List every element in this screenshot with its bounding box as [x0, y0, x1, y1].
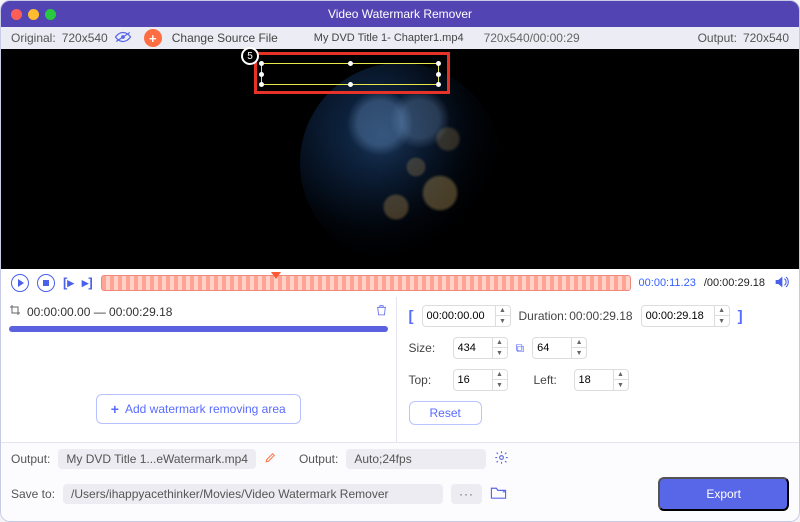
step-down-icon[interactable]: ▼ — [715, 316, 729, 326]
width-input[interactable]: ▲▼ — [453, 337, 508, 359]
step-down-icon[interactable]: ▼ — [572, 348, 586, 358]
export-button[interactable]: Export — [658, 477, 789, 511]
save-to-label: Save to: — [11, 487, 55, 501]
range-end-input[interactable]: ▲▼ — [641, 305, 730, 327]
top-input[interactable]: ▲▼ — [453, 369, 508, 391]
step-up-icon[interactable]: ▲ — [614, 370, 628, 380]
playback-bar: [▸ ▸] 00:00:11.23/00:00:29.18 — [1, 269, 799, 297]
duration-label: Duration: — [519, 309, 568, 323]
duration-value: 00:00:29.18 — [569, 309, 632, 323]
step-up-icon[interactable]: ▲ — [493, 338, 507, 348]
change-source-file-button[interactable]: Change Source File — [172, 31, 278, 45]
source-resolution-duration: 720x540/00:00:29 — [484, 31, 580, 45]
step-down-icon[interactable]: ▼ — [493, 380, 507, 390]
output-file-label: Output: — [11, 452, 50, 466]
resize-handle-icon[interactable] — [348, 82, 353, 87]
crop-icon — [9, 304, 21, 319]
window-title: Video Watermark Remover — [328, 7, 472, 21]
set-in-point-button[interactable]: [▸ — [63, 275, 74, 291]
resize-handle-icon[interactable] — [259, 82, 264, 87]
step-up-icon[interactable]: ▲ — [572, 338, 586, 348]
plus-icon: + — [111, 401, 119, 417]
step-up-icon[interactable]: ▲ — [715, 306, 729, 316]
resize-handle-icon[interactable] — [259, 61, 264, 66]
height-input[interactable]: ▲▼ — [532, 337, 587, 359]
output-settings-label: Output: — [299, 452, 338, 466]
info-bar: Original: 720x540 + Change Source File M… — [1, 27, 799, 49]
properties-panel: [ ▲▼ Duration:00:00:29.18 ▲▼ ] Size: ▲▼ … — [397, 297, 800, 442]
resize-handle-icon[interactable] — [436, 82, 441, 87]
top-label: Top: — [409, 373, 445, 387]
timeline-track[interactable] — [101, 275, 631, 291]
output-resolution: 720x540 — [743, 31, 789, 45]
window-minimize-icon[interactable] — [28, 9, 39, 20]
step-up-icon[interactable]: ▲ — [496, 306, 510, 316]
size-label: Size: — [409, 341, 445, 355]
range-start-bracket-button[interactable]: [ — [409, 308, 414, 325]
playhead-icon[interactable] — [271, 272, 281, 279]
video-preview[interactable]: 5 — [1, 49, 799, 269]
segments-panel: 00:00:00.00 — 00:00:29.18 + Add watermar… — [1, 297, 397, 442]
total-time: /00:00:29.18 — [704, 277, 765, 289]
range-start-input[interactable]: ▲▼ — [422, 305, 511, 327]
set-out-point-button[interactable]: ▸] — [82, 275, 93, 291]
resize-handle-icon[interactable] — [348, 61, 353, 66]
original-label: Original: — [11, 31, 56, 45]
stop-button[interactable] — [37, 274, 55, 292]
add-watermark-area-button[interactable]: + Add watermark removing area — [96, 394, 301, 424]
segment-bar[interactable] — [9, 326, 388, 332]
volume-icon[interactable] — [773, 274, 789, 293]
source-filename: My DVD Title 1- Chapter1.mp4 — [314, 32, 464, 44]
segment-range: 00:00:00.00 — 00:00:29.18 — [27, 305, 172, 319]
step-badge: 5 — [241, 47, 259, 65]
resize-handle-icon[interactable] — [436, 72, 441, 77]
open-folder-icon[interactable] — [490, 485, 507, 503]
left-label: Left: — [534, 373, 566, 387]
current-time: 00:00:11.23 — [639, 277, 696, 289]
original-resolution: 720x540 — [62, 31, 108, 45]
browse-path-button[interactable]: ··· — [451, 484, 482, 504]
watermark-selection-box[interactable] — [261, 63, 439, 85]
output-label: Output: — [698, 31, 737, 45]
window-close-icon[interactable] — [11, 9, 22, 20]
footer: Output: My DVD Title 1...eWatermark.mp4 … — [1, 442, 799, 521]
link-aspect-icon[interactable]: ⧉ — [516, 341, 525, 356]
output-file-field[interactable]: My DVD Title 1...eWatermark.mp4 — [58, 449, 256, 469]
range-end-bracket-button[interactable]: ] — [738, 308, 743, 325]
resize-handle-icon[interactable] — [436, 61, 441, 66]
edit-output-name-icon[interactable] — [264, 451, 277, 467]
add-source-file-icon[interactable]: + — [144, 29, 162, 47]
add-area-label: Add watermark removing area — [125, 402, 286, 416]
reset-button[interactable]: Reset — [409, 401, 482, 425]
delete-segment-icon[interactable] — [375, 303, 388, 320]
segment-item[interactable]: 00:00:00.00 — 00:00:29.18 — [9, 303, 388, 320]
left-input[interactable]: ▲▼ — [574, 369, 629, 391]
window-zoom-icon[interactable] — [45, 9, 56, 20]
output-settings-gear-icon[interactable] — [494, 450, 509, 468]
step-down-icon[interactable]: ▼ — [493, 348, 507, 358]
step-down-icon[interactable]: ▼ — [496, 316, 510, 326]
output-settings-field[interactable]: Auto;24fps — [346, 449, 486, 469]
save-to-path-field[interactable]: /Users/ihappyacethinker/Movies/Video Wat… — [63, 484, 443, 504]
play-button[interactable] — [11, 274, 29, 292]
titlebar: Video Watermark Remover — [1, 1, 799, 27]
step-down-icon[interactable]: ▼ — [614, 380, 628, 390]
step-up-icon[interactable]: ▲ — [493, 370, 507, 380]
resize-handle-icon[interactable] — [259, 72, 264, 77]
preview-original-icon[interactable] — [114, 30, 132, 47]
